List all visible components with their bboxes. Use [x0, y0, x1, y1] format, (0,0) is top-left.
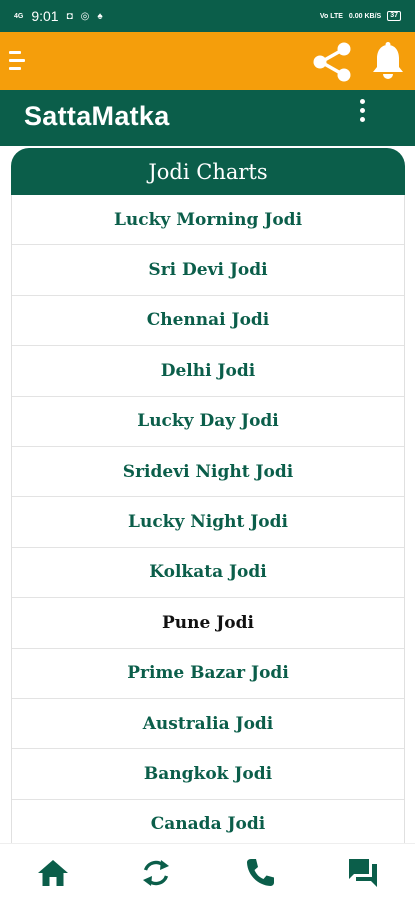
top-toolbar	[0, 32, 415, 90]
volte-indicator: Vo LTE	[319, 12, 343, 20]
battery-indicator: 37	[387, 11, 401, 21]
notification-bell-icon: ♠	[97, 10, 103, 22]
home-icon[interactable]	[36, 856, 70, 890]
list-item-lucky-day-jodi[interactable]: Lucky Day Jodi	[12, 397, 404, 447]
list-item-australia-jodi[interactable]: Australia Jodi	[12, 699, 404, 750]
whatsapp-icon: ◎	[80, 10, 90, 22]
bottom-nav	[0, 843, 415, 900]
card-header: Jodi Charts	[11, 148, 405, 195]
hamburger-menu-icon[interactable]	[9, 51, 25, 71]
chart-list: Lucky Morning Jodi Sri Devi Jodi Chennai…	[11, 195, 405, 848]
list-item-prime-bazar-jodi[interactable]: Prime Bazar Jodi	[12, 649, 404, 699]
instagram-icon: ◘	[66, 10, 73, 22]
status-time: 9:01	[31, 8, 59, 24]
list-item-sridevi-night-jodi[interactable]: Sridevi Night Jodi	[12, 447, 404, 498]
list-item-sri-devi-jodi[interactable]: Sri Devi Jodi	[12, 245, 404, 296]
share-icon[interactable]	[311, 41, 353, 83]
app-title: SattaMatka	[24, 101, 170, 131]
status-bar: 4G 9:01 ◘ ◎ ♠ Vo LTE 0.00 KB/S 37	[0, 0, 415, 32]
chat-icon[interactable]	[346, 856, 380, 890]
refresh-icon[interactable]	[139, 856, 173, 890]
phone-icon[interactable]	[243, 856, 277, 890]
list-item-pune-jodi[interactable]: Pune Jodi	[12, 598, 404, 649]
network-indicator: 4G	[14, 12, 24, 20]
battery-level: 37	[390, 12, 398, 19]
list-item-lucky-night-jodi[interactable]: Lucky Night Jodi	[12, 497, 404, 548]
list-item-canada-jodi[interactable]: Canada Jodi	[12, 800, 404, 848]
list-item-bangkok-jodi[interactable]: Bangkok Jodi	[12, 749, 404, 800]
network-speed: 0.00 KB/S	[348, 12, 382, 20]
jodi-charts-card: Jodi Charts Lucky Morning Jodi Sri Devi …	[11, 148, 405, 848]
list-item-delhi-jodi[interactable]: Delhi Jodi	[12, 346, 404, 397]
list-item-chennai-jodi[interactable]: Chennai Jodi	[12, 296, 404, 347]
list-item-kolkata-jodi[interactable]: Kolkata Jodi	[12, 548, 404, 599]
bell-icon[interactable]	[370, 41, 406, 81]
list-item-lucky-morning-jodi[interactable]: Lucky Morning Jodi	[12, 195, 404, 246]
more-vertical-icon[interactable]	[352, 99, 372, 131]
